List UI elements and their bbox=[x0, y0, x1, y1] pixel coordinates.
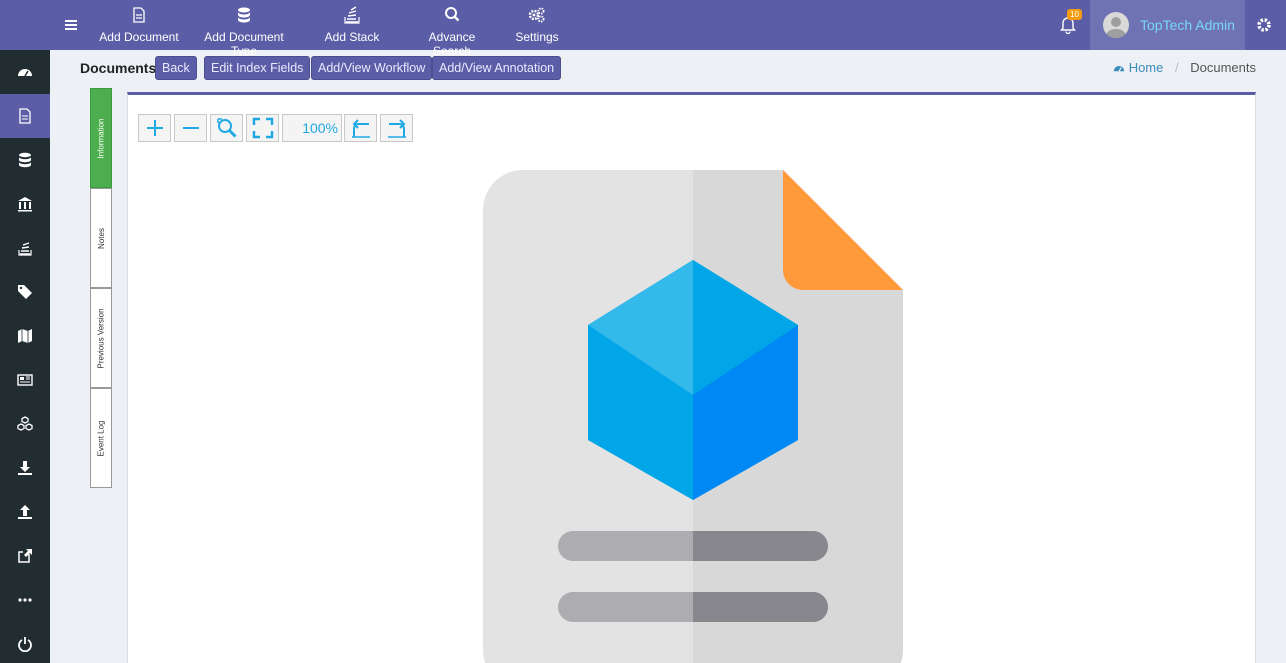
add-stack-button[interactable]: Add Stack bbox=[322, 6, 382, 44]
add-document-label: Add Document bbox=[99, 30, 179, 44]
gear-icon[interactable] bbox=[1254, 15, 1274, 35]
sidebar-item-news[interactable] bbox=[0, 358, 50, 402]
map-icon bbox=[18, 329, 32, 343]
more-icon bbox=[18, 598, 32, 602]
tags-icon bbox=[18, 285, 32, 299]
edit-index-fields-button[interactable]: Edit Index Fields bbox=[204, 56, 311, 80]
sidebar-item-upload[interactable] bbox=[0, 490, 50, 534]
breadcrumb-separator: / bbox=[1175, 60, 1179, 75]
sidebar bbox=[0, 50, 50, 663]
upload-icon bbox=[18, 505, 32, 519]
add-view-annotation-button[interactable]: Add/View Annotation bbox=[432, 56, 562, 80]
tab-previous-version-label: Previous Version bbox=[96, 307, 106, 369]
search-icon bbox=[445, 7, 460, 22]
add-stack-label: Add Stack bbox=[324, 30, 380, 44]
zoom-out-button[interactable] bbox=[174, 114, 207, 142]
sidebar-item-stack[interactable] bbox=[0, 226, 50, 270]
user-name: TopTech Admin bbox=[1140, 17, 1235, 33]
stack-icon bbox=[18, 242, 32, 256]
tab-information-label: Information bbox=[96, 117, 106, 159]
share-icon bbox=[18, 549, 32, 563]
minus-icon bbox=[182, 127, 199, 129]
document-icon bbox=[19, 108, 31, 124]
add-document-type-button[interactable]: Add Document Type bbox=[190, 6, 298, 58]
fullscreen-button[interactable] bbox=[246, 114, 279, 142]
hamburger-menu-icon[interactable] bbox=[60, 14, 82, 36]
sidebar-item-map[interactable] bbox=[0, 314, 50, 358]
page-title: Documents bbox=[80, 60, 157, 76]
tab-notes[interactable]: Notes bbox=[90, 188, 112, 288]
avatar bbox=[1103, 12, 1129, 38]
breadcrumb-home[interactable]: Home bbox=[1113, 60, 1167, 75]
breadcrumb-home-label: Home bbox=[1128, 60, 1164, 75]
tab-notes-label: Notes bbox=[96, 227, 106, 249]
rotate-right-icon bbox=[387, 119, 406, 138]
user-menu[interactable]: TopTech Admin bbox=[1090, 0, 1245, 50]
database-icon bbox=[19, 152, 31, 168]
magnify-button[interactable] bbox=[210, 114, 243, 142]
sidebar-item-share[interactable] bbox=[0, 534, 50, 578]
plus-icon bbox=[146, 120, 163, 136]
add-document-button[interactable]: Add Document bbox=[98, 6, 180, 44]
document-viewer: 100% bbox=[127, 92, 1256, 663]
back-button[interactable]: Back bbox=[155, 56, 197, 80]
sidebar-item-logout[interactable] bbox=[0, 622, 50, 663]
top-navbar: Add Document Add Document Type Add Stack… bbox=[0, 0, 1286, 58]
tab-event-log-label: Event Log bbox=[96, 419, 106, 457]
sidebar-item-download[interactable] bbox=[0, 446, 50, 490]
settings-label: Settings bbox=[515, 30, 559, 44]
magnifier-icon bbox=[216, 118, 237, 138]
sidebar-item-bank[interactable] bbox=[0, 182, 50, 226]
sidebar-item-more[interactable] bbox=[0, 578, 50, 622]
document-placeholder-icon bbox=[483, 170, 903, 663]
settings-button[interactable]: Settings bbox=[512, 6, 562, 44]
tab-previous-version[interactable]: Previous Version bbox=[90, 288, 112, 388]
tab-event-log[interactable]: Event Log bbox=[90, 388, 112, 488]
add-view-workflow-button[interactable]: Add/View Workflow bbox=[311, 56, 433, 80]
zoom-level-value: 100% bbox=[302, 120, 338, 136]
advance-search-label: Advance Search bbox=[428, 30, 476, 58]
dashboard-icon bbox=[18, 69, 32, 77]
download-icon bbox=[18, 461, 32, 475]
fullscreen-icon bbox=[252, 117, 273, 139]
advance-search-button[interactable]: Advance Search bbox=[408, 6, 496, 58]
tab-information[interactable]: Information bbox=[90, 88, 112, 188]
rotate-left-button[interactable] bbox=[344, 114, 377, 142]
database-icon bbox=[238, 7, 250, 23]
file-icon bbox=[133, 7, 145, 23]
cubes-icon bbox=[17, 416, 33, 431]
zoom-level: 100% bbox=[282, 114, 342, 142]
sidebar-item-database[interactable] bbox=[0, 138, 50, 182]
bank-icon bbox=[18, 197, 32, 212]
breadcrumb: Home / Documents bbox=[1113, 60, 1256, 75]
notification-badge: 10 bbox=[1067, 9, 1082, 20]
zoom-in-button[interactable] bbox=[138, 114, 171, 142]
sidebar-item-documents[interactable] bbox=[0, 94, 50, 138]
newspaper-icon bbox=[17, 374, 33, 386]
rotate-right-button[interactable] bbox=[380, 114, 413, 142]
dashboard-icon bbox=[1113, 66, 1125, 72]
breadcrumb-current: Documents bbox=[1190, 60, 1256, 75]
add-document-type-label: Add Document Type bbox=[204, 30, 284, 58]
stack-icon bbox=[344, 6, 360, 24]
sidebar-item-cubes[interactable] bbox=[0, 402, 50, 446]
rotate-left-icon bbox=[351, 119, 370, 138]
power-icon bbox=[18, 637, 32, 652]
cogs-icon bbox=[528, 7, 545, 23]
sidebar-item-dashboard[interactable] bbox=[0, 50, 50, 94]
sidebar-item-tags[interactable] bbox=[0, 270, 50, 314]
